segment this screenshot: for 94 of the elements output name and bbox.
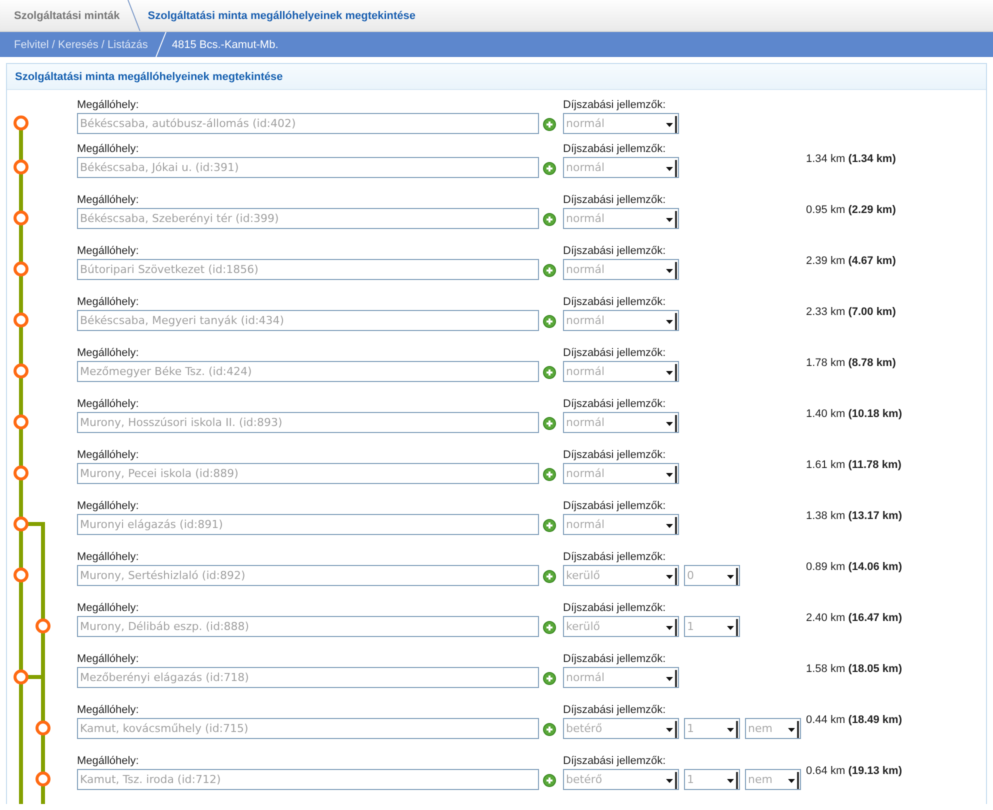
add-icon[interactable] bbox=[543, 468, 556, 481]
stop-input-field[interactable]: Kamut, Tsz. iroda (id:712) bbox=[77, 769, 539, 790]
stop-input-field[interactable]: Murony, Délibáb eszp. (id:888) bbox=[77, 616, 539, 637]
stop-input-field[interactable]: Murony, Pecei iskola (id:889) bbox=[77, 463, 539, 484]
page-title: Szolgáltatási minta megállóhelyeinek megtekintése bbox=[148, 10, 417, 22]
stop-input-field[interactable]: Bútoripari Szövetkezet (id:1856) bbox=[77, 259, 539, 280]
stop-input-field[interactable]: Békéscsaba, Megyeri tanyák (id:434) bbox=[77, 310, 539, 331]
fare-dropdown[interactable]: normál bbox=[563, 361, 679, 382]
stop-input-field[interactable]: Murony, Hosszúsori iskola II. (id:893) bbox=[77, 412, 539, 433]
field-label: Megállóhely: bbox=[77, 245, 140, 258]
fare-dropdown[interactable]: 0 bbox=[684, 565, 740, 586]
stop-input-field[interactable]: Békéscsaba, Jókai u. (id:391) bbox=[77, 157, 539, 178]
fare-dropdown[interactable]: normál bbox=[563, 514, 679, 535]
field-label: Díjszabási jellemzők: bbox=[563, 398, 667, 411]
fare-dropdown[interactable]: nem bbox=[745, 718, 801, 739]
field-label: Megállóhely: bbox=[77, 500, 140, 513]
field-label: Megállóhely: bbox=[77, 653, 140, 666]
field-label: Díjszabási jellemzők: bbox=[563, 653, 667, 666]
add-icon[interactable] bbox=[543, 672, 556, 685]
distance-text: 1.38 km (13.17 km) bbox=[806, 510, 902, 523]
fare-dropdown[interactable]: normál bbox=[563, 157, 679, 178]
add-icon[interactable] bbox=[543, 723, 556, 736]
panel-title: Szolgáltatási minta megállóhelyeinek megtekintése bbox=[7, 64, 986, 90]
distance-text: 0.95 km (2.29 km) bbox=[806, 204, 896, 217]
fare-dropdown[interactable]: kerülő bbox=[563, 616, 679, 637]
field-label: Megállóhely: bbox=[77, 398, 140, 411]
add-icon[interactable] bbox=[543, 774, 556, 787]
field-label: Díjszabási jellemzők: bbox=[563, 143, 667, 156]
add-icon[interactable] bbox=[543, 366, 556, 379]
fare-dropdown[interactable]: normál bbox=[563, 208, 679, 229]
field-label: Megállóhely: bbox=[77, 99, 140, 112]
route-name: 4815 Bcs.-Kamut-Mb. bbox=[172, 38, 280, 50]
stop-input-field[interactable]: Békéscsaba, autóbusz-állomás (id:402) bbox=[77, 113, 539, 134]
add-icon[interactable] bbox=[543, 213, 556, 226]
stop-input-field[interactable]: Mezőberényi elágazás (id:718) bbox=[77, 667, 539, 688]
stop-input-field[interactable]: Muronyi elágazás (id:891) bbox=[77, 514, 539, 535]
distance-text: 0.44 km (18.49 km) bbox=[806, 714, 902, 727]
stop-input-field[interactable]: Kamut, kovácsműhely (id:715) bbox=[77, 718, 539, 739]
field-label: Megállóhely: bbox=[77, 347, 140, 360]
add-icon[interactable] bbox=[543, 118, 556, 131]
distance-text: 1.58 km (18.05 km) bbox=[806, 663, 902, 676]
fare-dropdown[interactable]: kerülő bbox=[563, 565, 679, 586]
field-label: Megállóhely: bbox=[77, 755, 140, 768]
add-icon[interactable] bbox=[543, 417, 556, 430]
distance-text: 1.61 km (11.78 km) bbox=[806, 459, 902, 472]
field-label: Megállóhely: bbox=[77, 143, 140, 156]
fare-dropdown[interactable]: normál bbox=[563, 113, 679, 134]
add-icon[interactable] bbox=[543, 315, 556, 328]
distance-text: 0.89 km (14.06 km) bbox=[806, 561, 902, 574]
fare-dropdown[interactable]: 1 bbox=[684, 769, 740, 790]
distance-text: 2.33 km (7.00 km) bbox=[806, 306, 896, 319]
field-label: Megállóhely: bbox=[77, 704, 140, 717]
fare-dropdown[interactable]: normál bbox=[563, 463, 679, 484]
field-label: Megállóhely: bbox=[77, 449, 140, 462]
distance-text: 2.40 km (16.47 km) bbox=[806, 612, 902, 625]
fare-dropdown[interactable]: normál bbox=[563, 412, 679, 433]
stop-input-field[interactable]: Murony, Sertéshizlaló (id:892) bbox=[77, 565, 539, 586]
fare-dropdown[interactable]: betérő bbox=[563, 718, 679, 739]
field-label: Díjszabási jellemzők: bbox=[563, 296, 667, 309]
fare-dropdown[interactable]: betérő bbox=[563, 769, 679, 790]
fare-dropdown[interactable]: 1 bbox=[684, 616, 740, 637]
field-label: Megállóhely: bbox=[77, 602, 140, 615]
add-icon[interactable] bbox=[543, 162, 556, 175]
field-label: Díjszabási jellemzők: bbox=[563, 704, 667, 717]
field-label: Díjszabási jellemzők: bbox=[563, 602, 667, 615]
fare-dropdown[interactable]: normál bbox=[563, 259, 679, 280]
breadcrumb-link[interactable]: Szolgáltatási minták bbox=[0, 10, 124, 22]
field-label: Díjszabási jellemzők: bbox=[563, 347, 667, 360]
add-icon[interactable] bbox=[543, 621, 556, 634]
field-label: Díjszabási jellemzők: bbox=[563, 194, 667, 207]
distance-text: 0.64 km (19.13 km) bbox=[806, 765, 902, 778]
distance-text: 1.40 km (10.18 km) bbox=[806, 408, 902, 421]
fare-dropdown[interactable]: normál bbox=[563, 310, 679, 331]
add-icon[interactable] bbox=[543, 264, 556, 277]
field-label: Díjszabási jellemzők: bbox=[563, 755, 667, 768]
add-icon[interactable] bbox=[543, 570, 556, 583]
stop-input-field[interactable]: Mezőmegyer Béke Tsz. (id:424) bbox=[77, 361, 539, 382]
field-label: Megállóhely: bbox=[77, 296, 140, 309]
fare-dropdown[interactable]: nem bbox=[745, 769, 801, 790]
stop-input-field[interactable]: Békéscsaba, Szeberényi tér (id:399) bbox=[77, 208, 539, 229]
field-label: Díjszabási jellemzők: bbox=[563, 99, 667, 112]
breadcrumb-link[interactable]: Felvitel / Keresés / Listázás bbox=[0, 38, 152, 50]
field-label: Díjszabási jellemzők: bbox=[563, 551, 667, 564]
field-label: Díjszabási jellemzők: bbox=[563, 500, 667, 513]
field-label: Megállóhely: bbox=[77, 551, 140, 564]
field-label: Díjszabási jellemzők: bbox=[563, 245, 667, 258]
fare-dropdown[interactable]: normál bbox=[563, 667, 679, 688]
field-label: Díjszabási jellemzők: bbox=[563, 449, 667, 462]
fare-dropdown[interactable]: 1 bbox=[684, 718, 740, 739]
distance-text: 2.39 km (4.67 km) bbox=[806, 255, 896, 268]
distance-text: 1.34 km (1.34 km) bbox=[806, 153, 896, 166]
distance-text: 1.78 km (8.78 km) bbox=[806, 357, 896, 370]
add-icon[interactable] bbox=[543, 519, 556, 532]
field-label: Megállóhely: bbox=[77, 194, 140, 207]
